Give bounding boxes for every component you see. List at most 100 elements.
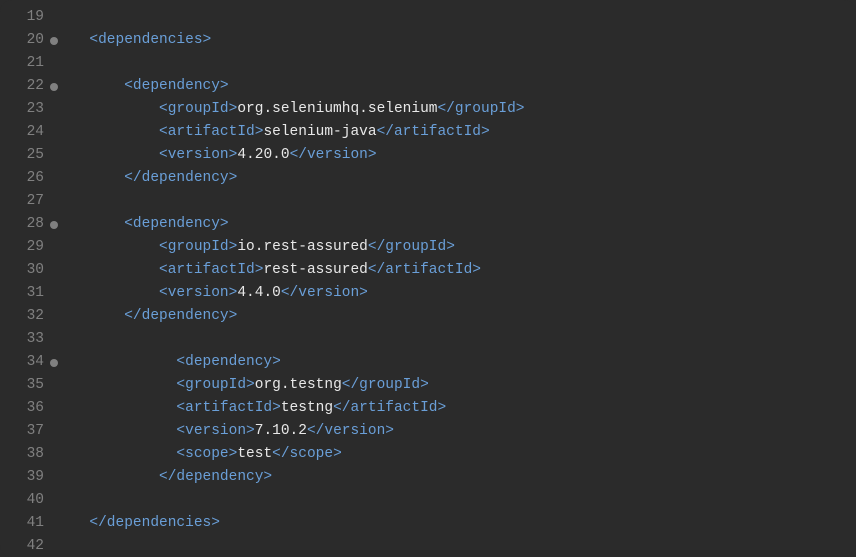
xml-tag: <groupId> (159, 101, 237, 117)
line-number: 21 (0, 52, 48, 75)
xml-text: selenium-java (263, 124, 376, 140)
code-line[interactable]: 39 </dependency> (0, 466, 856, 489)
xml-tag: </version> (307, 423, 394, 439)
line-number: 30 (0, 259, 48, 282)
line-number: 33 (0, 328, 48, 351)
code-line[interactable]: 31 <version>4.4.0</version> (0, 282, 856, 305)
code-content[interactable]: <version>4.4.0</version> (48, 282, 368, 305)
code-line[interactable]: 33 (0, 328, 856, 351)
xml-text: 4.4.0 (237, 285, 281, 301)
xml-text: test (237, 446, 272, 462)
xml-tag: </artifactId> (377, 124, 490, 140)
code-line[interactable]: 40 (0, 489, 856, 512)
code-content[interactable]: <dependencies> (48, 29, 211, 52)
line-number: 35 (0, 374, 48, 397)
code-content[interactable]: <dependency> (48, 75, 229, 98)
code-content[interactable]: <dependency> (48, 213, 229, 236)
line-number: 23 (0, 98, 48, 121)
code-content[interactable]: <artifactId>testng</artifactId> (48, 397, 446, 420)
line-number: 26 (0, 167, 48, 190)
code-line[interactable]: 41 </dependencies> (0, 512, 856, 535)
line-number: 20 (0, 29, 48, 52)
code-line[interactable]: 20 <dependencies> (0, 29, 856, 52)
code-content[interactable]: </dependency> (48, 167, 237, 190)
code-content[interactable]: <artifactId>rest-assured</artifactId> (48, 259, 481, 282)
code-line[interactable]: 37 <version>7.10.2</version> (0, 420, 856, 443)
xml-tag: </dependencies> (89, 515, 220, 531)
xml-text: io.rest-assured (237, 239, 368, 255)
code-content[interactable]: </dependency> (48, 466, 272, 489)
xml-tag: </scope> (272, 446, 342, 462)
code-line[interactable]: 26 </dependency> (0, 167, 856, 190)
line-number: 40 (0, 489, 48, 512)
code-content[interactable]: <groupId>org.testng</groupId> (48, 374, 429, 397)
xml-tag: </dependency> (159, 469, 272, 485)
xml-text: org.testng (255, 377, 342, 393)
code-content[interactable]: <version>4.20.0</version> (48, 144, 377, 167)
code-content[interactable]: </dependencies> (48, 512, 220, 535)
xml-text: rest-assured (263, 262, 367, 278)
line-number: 28 (0, 213, 48, 236)
code-line[interactable]: 42 (0, 535, 856, 557)
xml-tag: </groupId> (342, 377, 429, 393)
xml-tag: <groupId> (159, 239, 237, 255)
line-number: 37 (0, 420, 48, 443)
code-line[interactable]: 35 <groupId>org.testng</groupId> (0, 374, 856, 397)
code-line[interactable]: 36 <artifactId>testng</artifactId> (0, 397, 856, 420)
xml-tag: <groupId> (176, 377, 254, 393)
code-line[interactable]: 29 <groupId>io.rest-assured</groupId> (0, 236, 856, 259)
code-line[interactable]: 38 <scope>test</scope> (0, 443, 856, 466)
line-number: 34 (0, 351, 48, 374)
xml-tag: </dependency> (124, 170, 237, 186)
xml-tag: </dependency> (124, 308, 237, 324)
line-number: 42 (0, 535, 48, 557)
code-content[interactable]: <artifactId>selenium-java</artifactId> (48, 121, 490, 144)
code-content[interactable]: </dependency> (48, 305, 237, 328)
xml-tag: <dependency> (176, 354, 280, 370)
code-line[interactable]: 32 </dependency> (0, 305, 856, 328)
code-content[interactable]: <groupId>org.seleniumhq.selenium</groupI… (48, 98, 525, 121)
code-line[interactable]: 27 (0, 190, 856, 213)
code-line[interactable]: 34 <dependency> (0, 351, 856, 374)
xml-tag: </artifactId> (368, 262, 481, 278)
line-number: 25 (0, 144, 48, 167)
code-line[interactable]: 22 <dependency> (0, 75, 856, 98)
line-number: 27 (0, 190, 48, 213)
code-line[interactable]: 19 (0, 6, 856, 29)
code-line[interactable]: 28 <dependency> (0, 213, 856, 236)
line-number: 31 (0, 282, 48, 305)
code-content[interactable]: <scope>test</scope> (48, 443, 342, 466)
code-content[interactable]: <version>7.10.2</version> (48, 420, 394, 443)
xml-tag: <artifactId> (159, 124, 263, 140)
xml-tag: </version> (281, 285, 368, 301)
line-number: 41 (0, 512, 48, 535)
code-line[interactable]: 25 <version>4.20.0</version> (0, 144, 856, 167)
line-number: 32 (0, 305, 48, 328)
xml-tag: <version> (159, 285, 237, 301)
line-number: 24 (0, 121, 48, 144)
line-number: 38 (0, 443, 48, 466)
xml-tag: </groupId> (437, 101, 524, 117)
code-line[interactable]: 30 <artifactId>rest-assured</artifactId> (0, 259, 856, 282)
fold-marker-icon[interactable] (50, 83, 58, 91)
line-number: 29 (0, 236, 48, 259)
xml-text: testng (281, 400, 333, 416)
xml-tag: </artifactId> (333, 400, 446, 416)
xml-tag: <scope> (176, 446, 237, 462)
code-line[interactable]: 24 <artifactId>selenium-java</artifactId… (0, 121, 856, 144)
xml-text: 7.10.2 (255, 423, 307, 439)
line-number: 36 (0, 397, 48, 420)
code-editor[interactable]: 1920 <dependencies>2122 <dependency>23 <… (0, 0, 856, 557)
xml-tag: </groupId> (368, 239, 455, 255)
code-content[interactable]: <groupId>io.rest-assured</groupId> (48, 236, 455, 259)
code-line[interactable]: 21 (0, 52, 856, 75)
xml-tag: <dependency> (124, 216, 228, 232)
line-number: 22 (0, 75, 48, 98)
fold-marker-icon[interactable] (50, 37, 58, 45)
xml-text: 4.20.0 (237, 147, 289, 163)
code-line[interactable]: 23 <groupId>org.seleniumhq.selenium</gro… (0, 98, 856, 121)
xml-tag: </version> (290, 147, 377, 163)
code-content[interactable]: <dependency> (48, 351, 281, 374)
fold-marker-icon[interactable] (50, 221, 58, 229)
fold-marker-icon[interactable] (50, 359, 58, 367)
